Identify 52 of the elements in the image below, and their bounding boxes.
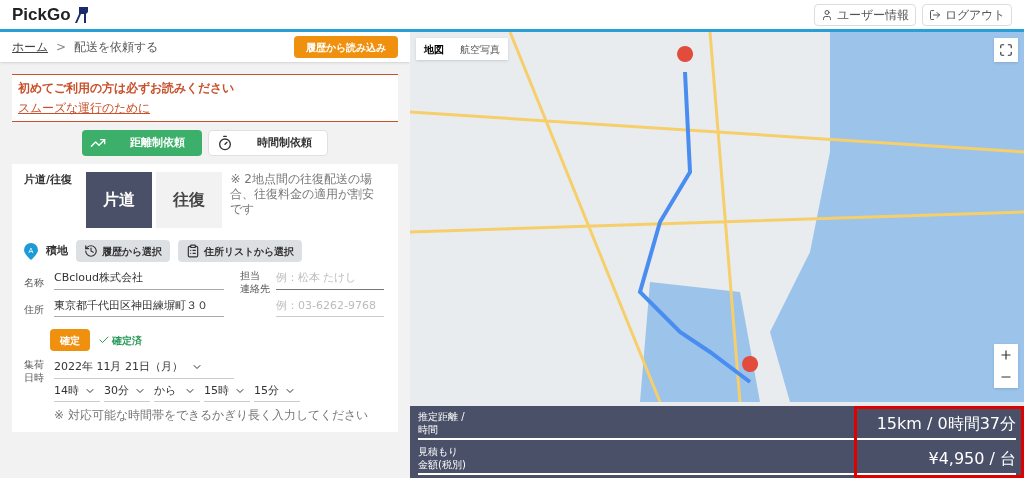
user-icon: [821, 8, 833, 21]
breadcrumb-separator: >: [56, 39, 67, 56]
estimate-label: 見積もり: [418, 446, 459, 459]
pickup-select-button[interactable]: 履歴から選択: [76, 240, 170, 262]
history-icon: [84, 244, 98, 258]
trip-label: 片道/往復: [24, 172, 74, 188]
contact-label: 連絡先: [240, 282, 270, 295]
user-info-button[interactable]: ユーザー情報: [814, 3, 916, 26]
trip-option[interactable]: 片道: [86, 172, 153, 228]
estimate-label: 時間: [418, 423, 439, 436]
clipboard-icon: [186, 244, 200, 258]
date-dropdown[interactable]: 2022年 11月 21日（月）: [54, 359, 234, 379]
address-label: 住所: [24, 303, 45, 317]
map-type-tab[interactable]: 地図: [416, 38, 452, 60]
estimate-label: 金額(税別): [418, 458, 467, 471]
check-icon: [98, 334, 110, 346]
estimate-value: ¥4,950 / 台: [928, 447, 1016, 470]
pickup-title: 積地: [46, 242, 68, 259]
map-type-tab[interactable]: 航空写真: [452, 38, 508, 60]
home-link[interactable]: ホーム: [12, 38, 48, 56]
trip-note: ※ 2地点間の往復配送の場合、往復料金の適用が割安です: [230, 172, 376, 218]
time-dropdown[interactable]: から: [154, 382, 200, 402]
logo-text: PickGo: [12, 3, 71, 26]
contact-phone-field[interactable]: 例：03-6262-9768: [276, 297, 384, 317]
logout-button[interactable]: ログアウト: [922, 3, 1012, 26]
time-dropdown[interactable]: 14時: [54, 382, 100, 402]
datetime-label: 集荷: [24, 359, 45, 372]
address-field[interactable]: 東京都千代田区神田練塀町３０: [54, 297, 224, 317]
logout-icon: [929, 8, 941, 21]
logo-mark-icon: [74, 5, 89, 24]
time-dropdown[interactable]: 15分: [254, 382, 300, 402]
request-type-tab[interactable]: 時間制依頼: [208, 130, 328, 156]
time-dropdown[interactable]: 15時: [204, 382, 250, 402]
pickup-select-button[interactable]: 住所リストから選択: [178, 240, 302, 262]
notice-link[interactable]: スムーズな運行のために: [18, 99, 150, 117]
notice-title: 初めてご利用の方は必ずお読みください: [18, 80, 235, 97]
trip-option[interactable]: 往復: [156, 172, 223, 228]
name-label: 名称: [24, 275, 45, 290]
fullscreen-icon: [999, 43, 1013, 57]
name-field[interactable]: CBcloud株式会社: [54, 270, 224, 290]
fullscreen-button[interactable]: [994, 38, 1018, 62]
map-area[interactable]: 地図 航空写真: [410, 32, 1024, 406]
confirmed-status: 確定済: [98, 332, 142, 348]
plus-icon: [999, 348, 1013, 362]
time-note: ※ 対応可能な時間帯をできるかぎり長く入力してください: [54, 407, 368, 424]
stopwatch-icon: [217, 135, 233, 151]
contact-label: 担当: [240, 270, 261, 283]
time-dropdown[interactable]: 30分: [104, 382, 150, 402]
breadcrumb-current: 配送を依頼する: [74, 39, 159, 56]
datetime-label: 日時: [24, 371, 45, 384]
estimate-value: 15km / 0時間37分: [876, 412, 1016, 435]
estimate-label: 推定距離 /: [418, 411, 466, 424]
